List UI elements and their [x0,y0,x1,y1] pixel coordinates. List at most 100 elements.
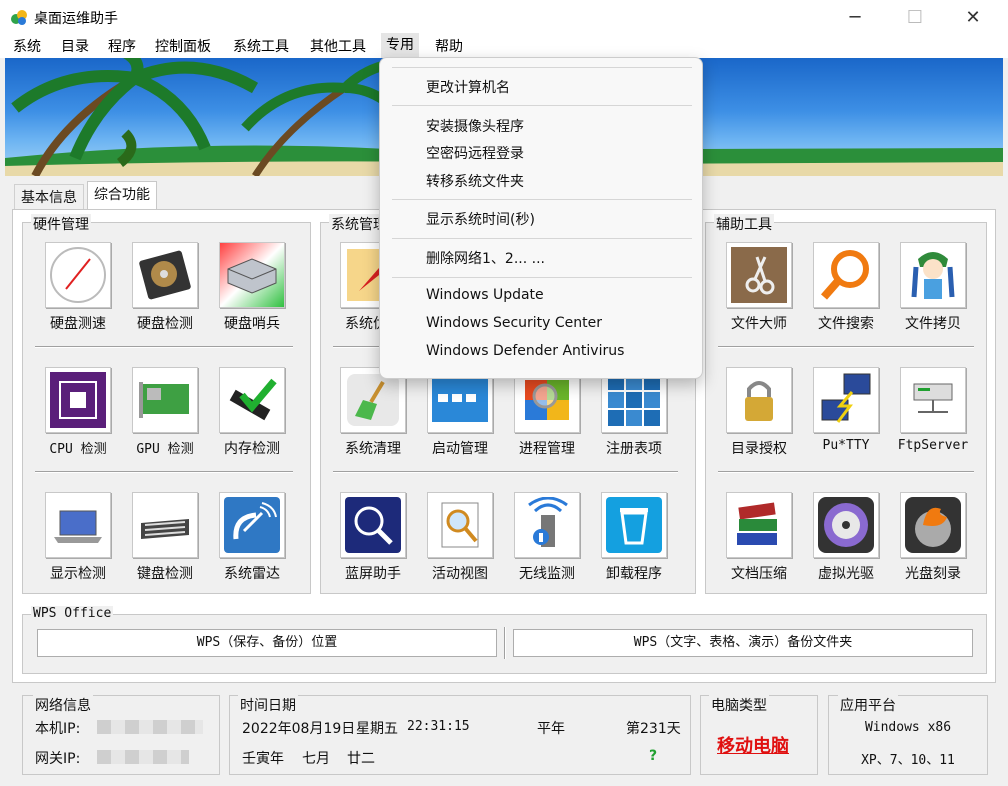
menu-item-show-seconds[interactable]: 显示系统时间(秒) [426,209,535,229]
menu-item-empty-password-remote[interactable]: 空密码远程登录 [426,143,524,163]
app-logo-icon [11,10,27,25]
platform-panel: 应用平台 Windows x86 XP、7、10、11 [828,695,988,775]
books-archive-icon [737,502,777,545]
platform-line1: Windows x86 [864,720,952,735]
divider [504,627,506,659]
menu-item-defender[interactable]: Windows Defender Antivirus [426,343,624,359]
divider [333,471,678,473]
uninstall-tile[interactable] [601,492,667,558]
tab-comprehensive[interactable]: 综合功能 [87,181,157,211]
menu-special[interactable]: 专用 [381,33,419,58]
disk-sentinel-tile[interactable] [219,242,285,308]
menu-item-delete-network[interactable]: 删除网络1、2... ... [426,248,545,268]
time-value: 22:31:15 [407,719,470,734]
tools-group-title: 辅助工具 [714,214,774,234]
registry-label: 注册表项 [606,441,662,457]
menu-separator [392,105,692,106]
day-of-year-value: 第231天 [626,721,681,737]
wireless-monitor-label: 无线监测 [519,566,575,582]
file-copy-tile[interactable] [900,242,966,308]
hardware-group-title: 硬件管理 [31,214,91,234]
app-window: 桌面运维助手 ─ ☐ ✕ 系统 目录 程序 控制面板 系统工具 其他工具 专用 … [0,0,1008,786]
pc-type-value[interactable]: 移动电脑 [717,732,789,758]
cpu-check-tile[interactable] [45,367,111,433]
anime-character-icon [911,252,955,299]
disk-check-tile[interactable] [132,242,198,308]
laptop-icon [54,510,102,543]
archive-tile[interactable] [726,492,792,558]
minimize-button[interactable]: ─ [832,0,878,34]
menu-control-panel[interactable]: 控制面板 [150,37,216,57]
weekday-value: 星期五 [356,721,398,737]
ftp-server-tile[interactable] [900,367,966,433]
menu-programs[interactable]: 程序 [103,37,141,57]
menu-system-tools[interactable]: 系统工具 [228,37,294,57]
gateway-ip-label: 网关IP: [35,751,81,767]
menu-separator [392,277,692,278]
network-title: 网络信息 [33,695,93,715]
menu-other-tools[interactable]: 其他工具 [305,37,371,57]
bluescreen-magnifier-icon [345,497,401,553]
file-master-tile[interactable] [726,242,792,308]
startup-manager-label: 启动管理 [432,441,488,457]
divider [35,471,293,473]
menu-item-install-camera[interactable]: 安装摄像头程序 [426,116,524,136]
wps-backup-folder-button[interactable]: WPS（文字、表格、演示）备份文件夹 [513,629,973,657]
gpu-check-label: GPU 检测 [136,442,194,457]
year-type-value: 平年 [537,721,565,737]
dir-permission-tile[interactable] [726,367,792,433]
menu-directory[interactable]: 目录 [56,37,94,57]
virtual-drive-label: 虚拟光驱 [818,566,874,582]
gauge-icon [50,247,106,303]
datetime-title: 时间日期 [238,695,298,715]
file-copy-label: 文件拷贝 [905,316,961,332]
menu-item-windows-update[interactable]: Windows Update [426,287,544,303]
file-search-label: 文件搜索 [818,316,874,332]
menu-item-move-system-folder[interactable]: 转移系统文件夹 [426,171,524,191]
platform-title: 应用平台 [838,695,898,715]
keyboard-icon [141,519,189,539]
activity-view-tile[interactable] [427,492,493,558]
disk-speed-tile[interactable] [45,242,111,308]
tab-basic-info[interactable]: 基本信息 [14,184,84,210]
registry-grid-icon [608,374,660,426]
keyboard-check-tile[interactable] [132,492,198,558]
keyboard-check-label: 键盘检测 [137,566,193,582]
system-radar-tile[interactable] [219,492,285,558]
maximize-button[interactable]: ☐ [892,0,938,34]
gpu-check-tile[interactable] [132,367,198,433]
wps-group-title: WPS Office [31,606,114,621]
wps-save-location-button[interactable]: WPS（保存、备份）位置 [37,629,497,657]
disc-burn-tile[interactable] [900,492,966,558]
virtual-drive-tile[interactable] [813,492,879,558]
close-button[interactable]: ✕ [950,0,996,34]
help-question-icon[interactable]: ? [649,748,657,764]
putty-tile[interactable] [813,367,879,433]
wifi-info-icon [528,497,568,547]
divider [718,471,974,473]
display-check-tile[interactable] [45,492,111,558]
memory-check-tile[interactable] [219,367,285,433]
menu-item-rename-computer[interactable]: 更改计算机名 [426,77,510,97]
menu-help[interactable]: 帮助 [430,37,468,57]
gpu-card-icon [139,382,189,418]
system-radar-label: 系统雷达 [224,566,280,582]
hardware-group: 硬件管理 硬盘测速 硬盘检测 硬盘哨兵 CPU 检测 GPU 检测 内存检测 显… [22,214,311,594]
memory-check-label: 内存检测 [224,441,280,457]
menu-bar: 系统 目录 程序 控制面板 系统工具 其他工具 专用 帮助 [0,33,1008,58]
menu-system[interactable]: 系统 [8,37,46,57]
display-check-label: 显示检测 [50,566,106,582]
bluescreen-tile[interactable] [340,492,406,558]
putty-computers-icon [821,373,871,423]
uninstall-label: 卸载程序 [606,566,662,582]
burning-disc-icon [905,497,961,553]
title-bar: 桌面运维助手 ─ ☐ ✕ [0,0,1008,34]
lunar-day-value: 廿二 [347,751,375,767]
menu-separator [392,238,692,239]
file-search-tile[interactable] [813,242,879,308]
menu-item-security-center[interactable]: Windows Security Center [426,315,602,331]
activity-doc-icon [441,502,479,548]
cpu-check-label: CPU 检测 [49,442,107,457]
network-info-panel: 网络信息 本机IP: 网关IP: [22,695,220,775]
wireless-monitor-tile[interactable] [514,492,580,558]
